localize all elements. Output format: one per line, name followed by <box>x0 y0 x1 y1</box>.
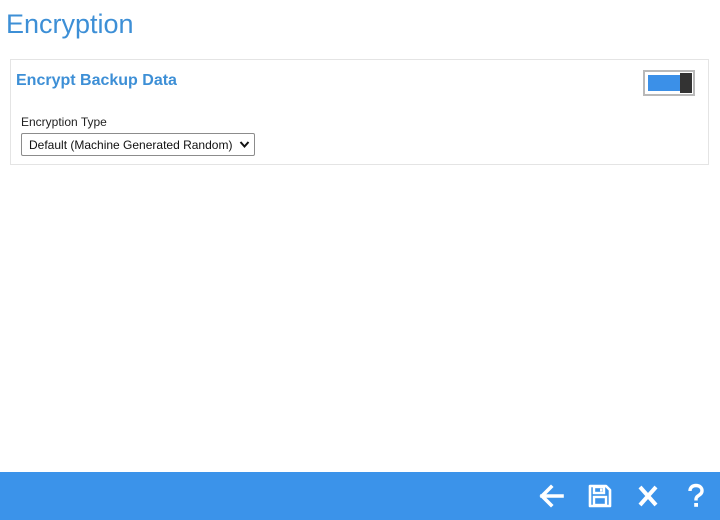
toggle-knob <box>680 73 692 93</box>
help-icon <box>688 483 704 507</box>
encryption-type-label: Encryption Type <box>21 115 107 129</box>
encryption-type-select[interactable]: Default (Machine Generated Random) <box>21 133 255 156</box>
save-button[interactable] <box>586 482 614 510</box>
save-icon <box>588 484 612 508</box>
encryption-type-value: Default (Machine Generated Random) <box>29 138 233 152</box>
toggle-track <box>648 75 680 91</box>
panel-title: Encrypt Backup Data <box>16 72 177 89</box>
help-button[interactable] <box>682 482 710 510</box>
encrypt-backup-panel: Encrypt Backup Data Encryption Type Defa… <box>10 59 709 165</box>
footer-toolbar <box>0 472 720 520</box>
back-button[interactable] <box>538 482 566 510</box>
arrow-left-icon <box>539 484 564 508</box>
close-icon <box>638 485 658 507</box>
chevron-down-icon <box>239 141 250 149</box>
close-button[interactable] <box>634 482 662 510</box>
encrypt-backup-toggle[interactable] <box>643 70 695 96</box>
page-title: Encryption <box>6 9 134 39</box>
